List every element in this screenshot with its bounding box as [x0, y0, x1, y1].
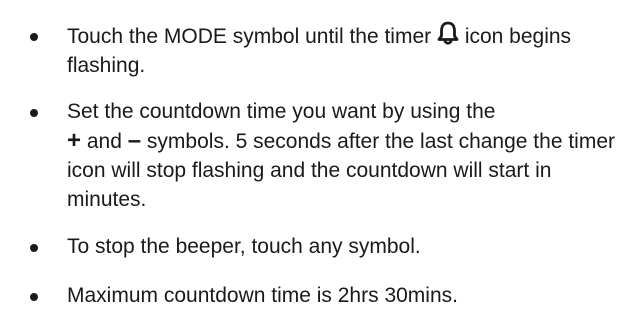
bullet-dot	[30, 244, 38, 252]
list-item-text: Set the countdown time you want by using…	[67, 100, 615, 211]
list-item-text: Touch the MODE symbol until the timer ic…	[67, 21, 627, 80]
bullet-dot	[30, 109, 38, 117]
bullet-dot	[30, 33, 38, 41]
bullet-dot	[30, 293, 38, 301]
minus-symbol: –	[127, 127, 142, 154]
plus-symbol: +	[67, 127, 82, 154]
bell-icon	[437, 21, 459, 45]
list-item-text: To stop the beeper, touch any symbol.	[67, 235, 421, 258]
instruction-page: Touch the MODE symbol until the timer ic…	[0, 0, 631, 313]
list-item-text: Maximum countdown time is 2hrs 30mins.	[67, 284, 458, 307]
clipped-text-fragment	[60, 0, 620, 8]
